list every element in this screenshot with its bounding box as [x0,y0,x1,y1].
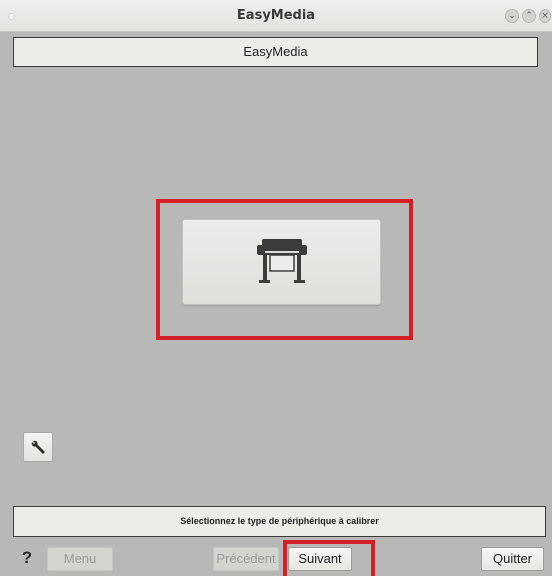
page-header: EasyMedia [13,37,538,67]
help-button[interactable]: ? [18,547,36,569]
title-bar: EasyMedia ⌄ ⌃ × [0,0,552,32]
wrench-icon [31,440,45,454]
window-title: EasyMedia [236,8,316,23]
quit-button[interactable]: Quitter [481,547,544,571]
easymedia-window: EasyMedia ⌄ ⌃ × EasyMedia Sélectionnez l… [0,0,552,576]
close-icon[interactable]: × [539,9,551,23]
large-format-printer-icon [257,239,307,283]
previous-button[interactable]: Précédent [213,547,279,571]
tools-button[interactable] [23,432,53,462]
status-message: Sélectionnez le type de périphérique à c… [13,506,546,537]
maximize-icon[interactable]: ⌃ [522,9,536,23]
menu-button[interactable]: Menu [47,547,113,571]
large-format-printer-button[interactable] [182,219,381,305]
minimize-icon[interactable]: ⌄ [505,9,519,23]
next-highlight-box [283,540,375,576]
